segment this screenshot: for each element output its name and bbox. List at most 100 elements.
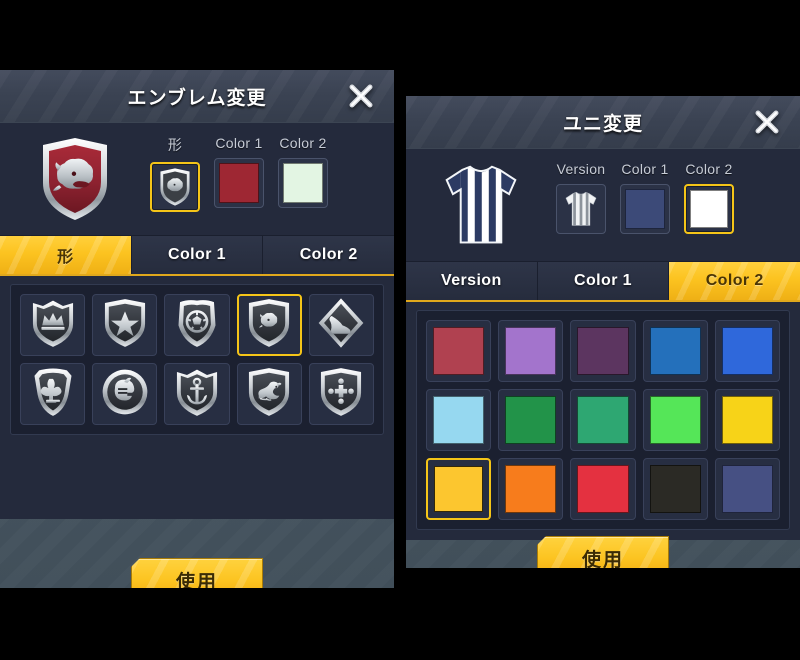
color-chip <box>649 327 701 375</box>
close-icon[interactable] <box>750 105 784 139</box>
emblem-attr-color1-label: Color 1 <box>215 135 263 151</box>
striped-jersey <box>445 165 517 244</box>
soccerball-shield-emblem <box>171 296 223 355</box>
emblem-shape-cell[interactable] <box>20 363 86 425</box>
uniform-attr-color2-label: Color 2 <box>685 161 733 177</box>
color-chip <box>577 327 629 375</box>
use-button-label: 使用 <box>175 571 218 588</box>
tab-color1[interactable]: Color 1 <box>131 236 264 274</box>
uniform-preview-row: Version Color 1 Color 2 <box>406 149 800 261</box>
tab-version[interactable]: Version <box>406 262 538 300</box>
color-chip <box>283 163 323 203</box>
emblem-shape-cell[interactable] <box>92 294 158 356</box>
color-chip <box>219 163 259 203</box>
anchor-shield-emblem <box>171 365 223 424</box>
emblem-attribute-swatches: 形 Color 1 Color 2 <box>150 123 328 212</box>
uniform-color-cell[interactable] <box>498 458 564 520</box>
uniform-color-cell[interactable] <box>426 389 492 451</box>
knight-helmet-circle-emblem <box>99 365 151 424</box>
emblem-grid-wrap <box>0 274 394 445</box>
emblem-attr-shape: 形 <box>150 135 200 212</box>
uniform-dialog-body: Version Color 1 Color 2 Version Color 1 … <box>406 149 800 540</box>
emblem-attr-color2-swatch[interactable] <box>278 158 328 208</box>
emblem-tabbar: 形 Color 1 Color 2 <box>0 235 394 276</box>
emblem-shape-cell[interactable] <box>92 363 158 425</box>
color-chip <box>721 396 773 444</box>
emblem-shape-cell[interactable] <box>308 363 374 425</box>
uniform-color-cell[interactable] <box>498 320 564 382</box>
color-chip <box>577 396 629 444</box>
emblem-dialog-body: 形 Color 1 Color 2 形 Color 1 Color 2 <box>0 123 394 519</box>
use-button[interactable]: 使用 <box>131 558 263 588</box>
uniform-color-cell[interactable] <box>642 320 708 382</box>
color-chip <box>690 190 728 228</box>
color-chip <box>649 465 701 513</box>
emblem-attr-color1: Color 1 <box>214 135 264 212</box>
uniform-attr-version-swatch[interactable] <box>556 184 606 234</box>
color-chip <box>505 465 557 513</box>
color-chip <box>649 396 701 444</box>
uniform-attribute-swatches: Version Color 1 Color 2 <box>556 149 734 234</box>
color-chip <box>505 396 557 444</box>
dragon-shield-emblem <box>243 365 295 424</box>
uniform-color-cell[interactable] <box>498 389 564 451</box>
emblem-attr-shape-label: 形 <box>167 137 183 153</box>
emblem-shape-cell[interactable] <box>20 294 86 356</box>
uniform-color-cell[interactable] <box>426 320 492 382</box>
tab-color2[interactable]: Color 2 <box>669 262 800 300</box>
tab-color2[interactable]: Color 2 <box>263 236 394 274</box>
emblem-shape-cell[interactable] <box>236 294 302 356</box>
uniform-attr-color2-swatch[interactable] <box>684 184 734 234</box>
emblem-change-dialog: エンブレム変更 形 Color 1 Color 2 形 Color 1 Colo… <box>0 70 394 588</box>
tab-color1[interactable]: Color 1 <box>537 262 670 300</box>
emblem-attr-color1-swatch[interactable] <box>214 158 264 208</box>
uniform-color-cell[interactable] <box>570 458 636 520</box>
emblem-shape-cell[interactable] <box>164 363 230 425</box>
emblem-dialog-titlebar: エンブレム変更 <box>0 70 394 123</box>
striped-jersey <box>565 191 597 226</box>
emblem-attr-shape-swatch[interactable] <box>150 162 200 212</box>
emblem-shape-grid <box>10 284 384 435</box>
uniform-tabbar: Version Color 1 Color 2 <box>406 261 800 302</box>
emblem-attr-color2: Color 2 <box>278 135 328 212</box>
emblem-attr-color2-label: Color 2 <box>279 135 327 151</box>
uniform-dialog-title: ユニ変更 <box>562 113 643 135</box>
lion-shield-emblem <box>43 138 107 220</box>
color-chip <box>721 465 773 513</box>
emblem-shape-cell[interactable] <box>236 363 302 425</box>
emblem-preview-row: 形 Color 1 Color 2 <box>0 123 394 235</box>
emblem-shape-cell[interactable] <box>308 294 374 356</box>
close-icon[interactable] <box>344 79 378 113</box>
boot-diamond-emblem <box>315 296 367 355</box>
uniform-color-cell[interactable] <box>714 458 780 520</box>
uniform-color-cell[interactable] <box>714 320 780 382</box>
uniform-color-cell[interactable] <box>426 458 492 520</box>
uniform-color-cell[interactable] <box>642 389 708 451</box>
uniform-color-cell[interactable] <box>642 458 708 520</box>
cross-shield-emblem <box>315 365 367 424</box>
emblem-shape-cell[interactable] <box>164 294 230 356</box>
uniform-color-grid <box>416 310 790 530</box>
emblem-footer: 使用 <box>0 519 394 588</box>
uniform-dialog-titlebar: ユニ変更 <box>406 96 800 149</box>
uniform-color-cell[interactable] <box>570 389 636 451</box>
uniform-color-cell[interactable] <box>714 389 780 451</box>
crown-shield-emblem <box>27 296 79 355</box>
fleur-de-lis-shield-emblem <box>27 365 79 424</box>
color-grid-wrap <box>406 300 800 540</box>
lion-shield-emblem <box>160 168 190 206</box>
uniform-color-cell[interactable] <box>570 320 636 382</box>
uniform-attr-color1-swatch[interactable] <box>620 184 670 234</box>
color-chip <box>433 327 485 375</box>
color-chip <box>433 396 485 444</box>
star-shield-emblem <box>99 296 151 355</box>
uniform-attr-color2: Color 2 <box>684 161 734 234</box>
screen-root: エンブレム変更 形 Color 1 Color 2 形 Color 1 Colo… <box>0 0 800 660</box>
uniform-attr-version-label: Version <box>556 161 606 177</box>
uniform-attr-color1-label: Color 1 <box>621 161 669 177</box>
use-button[interactable]: 使用 <box>537 536 669 568</box>
jersey-preview-large <box>406 149 556 261</box>
color-chip <box>625 189 665 229</box>
color-chip <box>434 466 484 512</box>
tab-shape[interactable]: 形 <box>0 236 132 274</box>
